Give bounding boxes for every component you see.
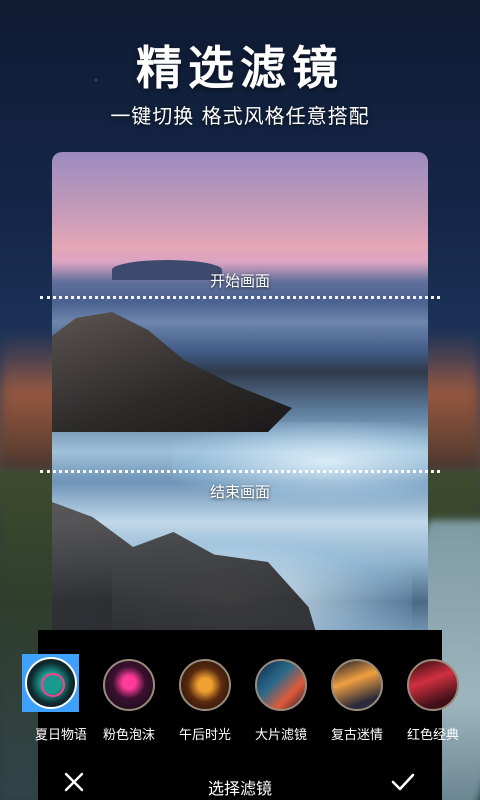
filter-item-cinematic[interactable]: 大片滤镜 [242, 648, 320, 748]
filter-label: 红色经典 [406, 728, 459, 743]
filter-list[interactable]: 夏日物语 粉色泡沫 午后时光 大片滤镜 复古迷情 红色经典 [0, 648, 480, 748]
bottom-action-bar: 选择滤镜 [38, 760, 442, 800]
filter-thumbnail [331, 659, 383, 711]
filter-selected-highlight [22, 654, 79, 712]
filter-thumbnail [24, 657, 77, 709]
end-frame-line[interactable] [40, 470, 440, 473]
page-subtitle: 一键切换 格式风格任意搭配 [110, 104, 370, 128]
page-title: 精选滤镜 [136, 41, 344, 95]
bottom-title: 选择滤镜 [207, 779, 272, 798]
start-frame-line[interactable] [40, 296, 440, 299]
filter-item-afternoon[interactable]: 午后时光 [166, 648, 244, 748]
check-icon[interactable] [390, 770, 416, 794]
filter-item-retro[interactable]: 复古迷情 [318, 648, 396, 748]
filter-label: 粉色泡沫 [102, 728, 155, 743]
filter-thumbnail [179, 659, 231, 711]
filter-thumbnail [255, 659, 307, 711]
end-frame-label: 结束画面 [209, 483, 270, 501]
filter-label: 大片滤镜 [254, 728, 307, 743]
filter-item-pink-bubble[interactable]: 粉色泡沫 [90, 648, 168, 748]
preview-rock [52, 312, 292, 432]
filter-item-red-classic[interactable]: 红色经典 [394, 648, 472, 748]
filter-thumbnail [407, 659, 459, 711]
filter-thumbnail [103, 659, 155, 711]
start-frame-label: 开始画面 [209, 272, 270, 290]
filter-label: 午后时光 [178, 728, 231, 743]
filter-label: 复古迷情 [330, 728, 383, 743]
video-preview[interactable] [52, 152, 428, 652]
